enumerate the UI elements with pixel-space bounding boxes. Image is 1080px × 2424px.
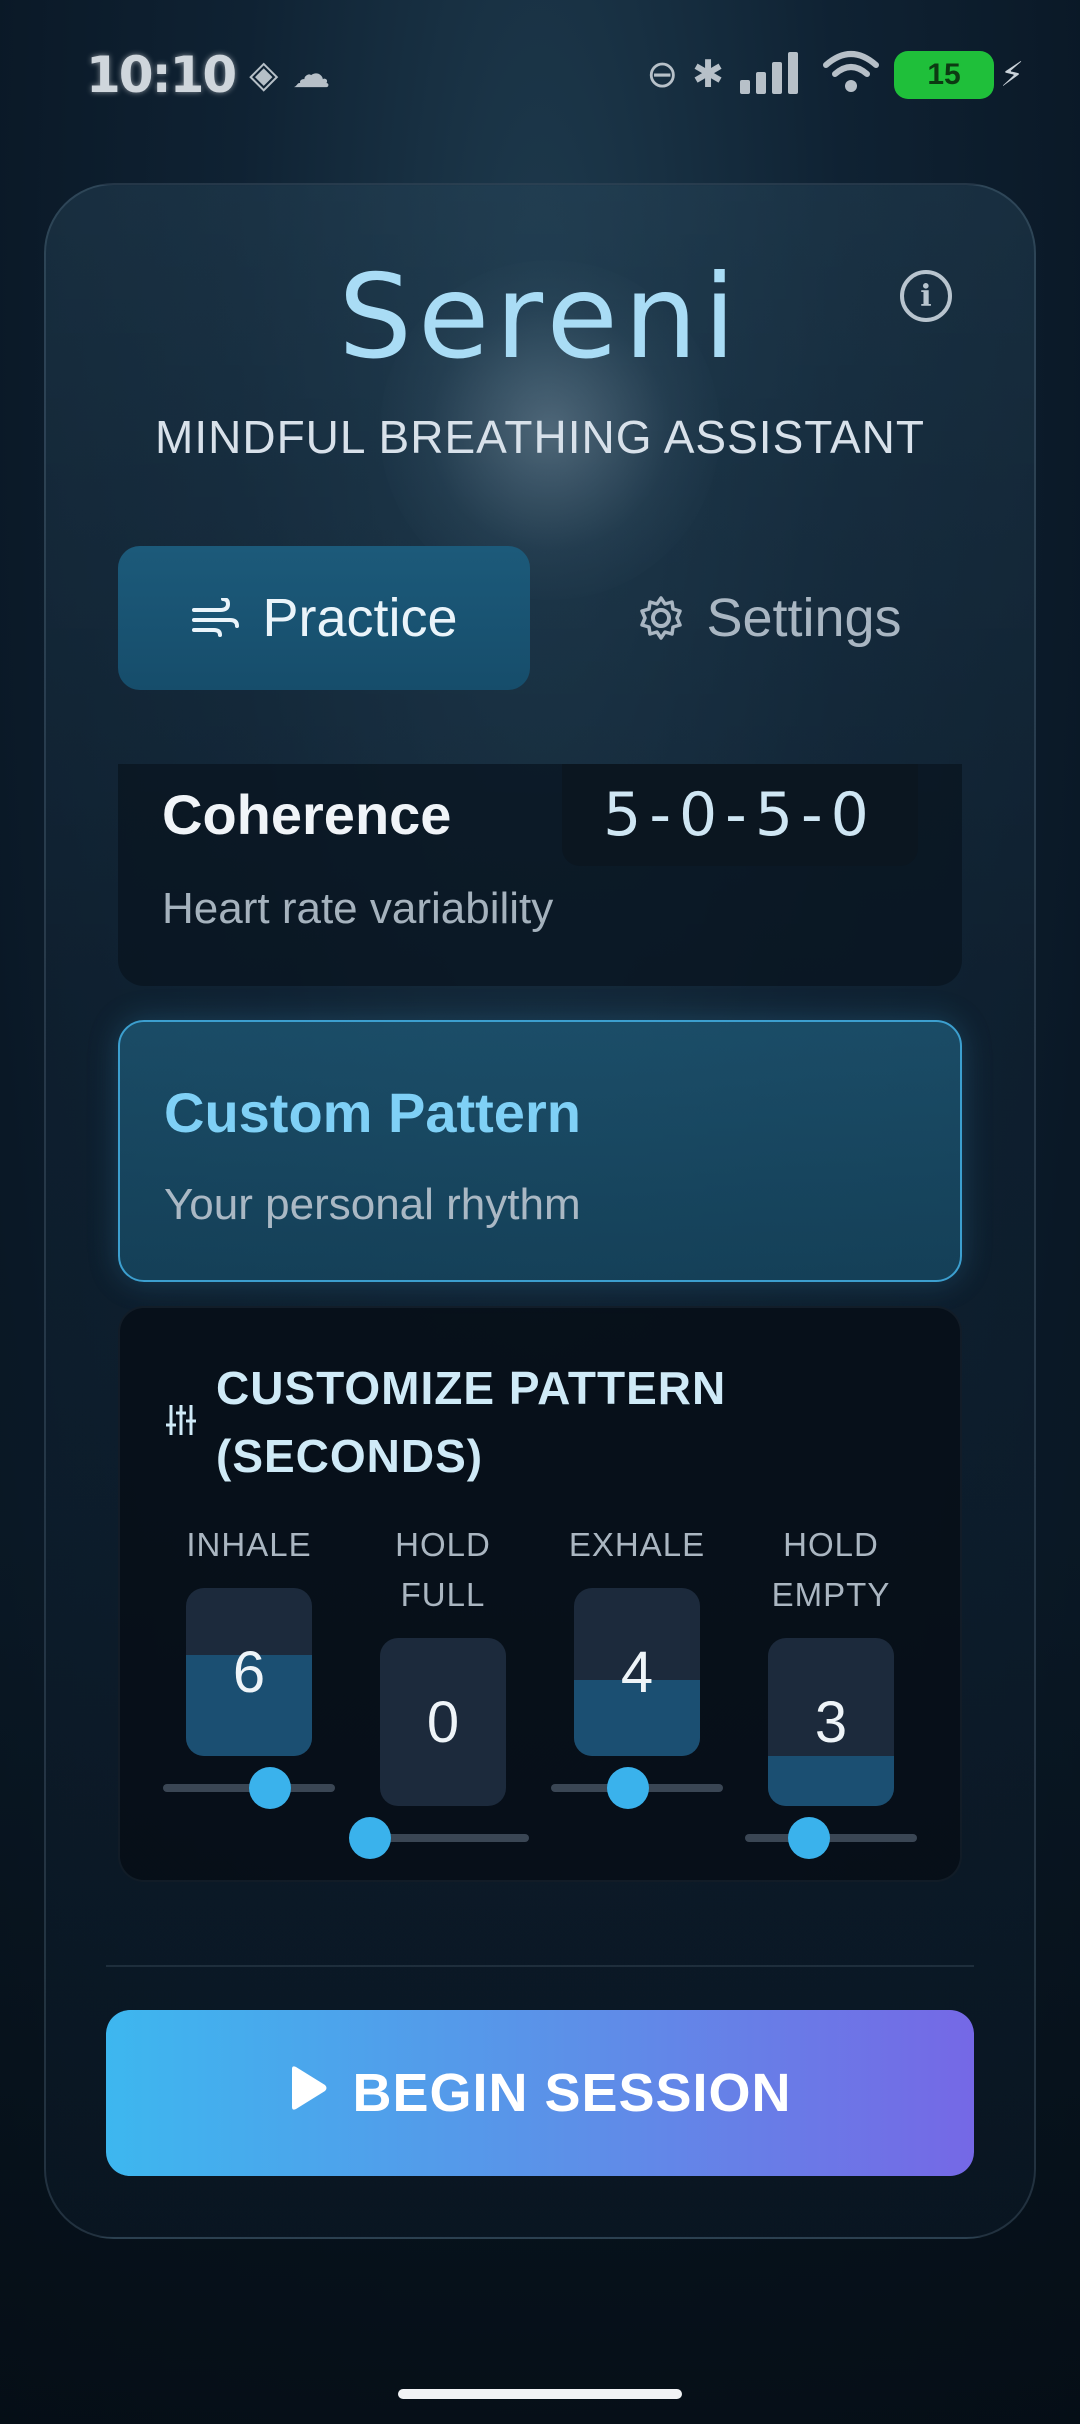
hold-empty-label-text2: EMPTY — [771, 1576, 891, 1613]
play-icon — [288, 2062, 328, 2124]
exhale-value: 4 — [620, 1639, 654, 1705]
hold-full-slider-thumb[interactable] — [349, 1817, 391, 1859]
pattern-card-custom[interactable]: Custom Pattern Your personal rhythm — [118, 1020, 962, 1282]
bluetooth-icon: ✱ — [692, 54, 724, 96]
charging-icon: ⚡ — [1000, 56, 1024, 94]
signal-icon — [738, 50, 808, 101]
inhale-slider-thumb[interactable] — [249, 1767, 291, 1809]
exhale-label-text: EXHALE — [568, 1526, 706, 1563]
inhale-label: INHALE — [149, 1520, 349, 1570]
inhale-value: 6 — [232, 1639, 266, 1705]
customize-title: CUSTOMIZE PATTERN (SECONDS) — [216, 1354, 816, 1490]
pattern-name: Coherence — [162, 783, 452, 846]
exhale-label: EXHALE — [537, 1520, 737, 1570]
cloud-icon: ☁ — [292, 54, 331, 96]
pattern-description: Your personal rhythm — [164, 1180, 581, 1229]
status-right: ⊖ ✱ 15 ⚡ — [646, 49, 1024, 102]
hold-empty-slider[interactable] — [745, 1817, 917, 1859]
sliders-icon — [166, 1403, 196, 1442]
link-icon: ⊖ — [646, 54, 679, 96]
hold-empty-value-box: 3 — [768, 1638, 894, 1806]
battery-indicator: 15 ⚡ — [894, 51, 1024, 99]
exhale-slider[interactable] — [551, 1767, 723, 1809]
info-icon[interactable]: i — [900, 270, 952, 322]
hold-empty-label: HOLD EMPTY — [731, 1520, 931, 1620]
customize-title-line2: (SECONDS) — [216, 1430, 484, 1482]
app-notification-icon: ◈ — [249, 54, 279, 96]
wifi-icon — [822, 49, 880, 102]
begin-session-button[interactable]: BEGIN SESSION — [106, 2010, 974, 2176]
exhale-value-box: 4 — [574, 1588, 700, 1756]
pattern-name: Custom Pattern — [164, 1081, 581, 1144]
pattern-description: Heart rate variability — [162, 884, 554, 933]
inhale-label-text: INHALE — [186, 1526, 312, 1563]
hold-full-label-text: HOLD — [395, 1526, 491, 1563]
tab-practice[interactable]: Practice — [118, 546, 530, 690]
status-left: 10:10 ◈ ☁ — [86, 46, 330, 104]
hold-full-label: HOLD FULL — [343, 1520, 543, 1620]
pattern-card-coherence[interactable]: Coherence 5-0-5-0 Heart rate variability — [118, 764, 962, 986]
customize-title-line1: CUSTOMIZE PATTERN — [216, 1362, 727, 1414]
status-bar: 10:10 ◈ ☁ ⊖ ✱ 15 ⚡ — [0, 0, 1080, 150]
divider — [106, 1965, 974, 1967]
battery-level: 15 — [927, 58, 961, 91]
status-time: 10:10 — [86, 46, 237, 104]
begin-session-label: BEGIN SESSION — [352, 2063, 792, 2123]
app-subtitle: MINDFUL BREATHING ASSISTANT — [155, 411, 925, 463]
tab-settings[interactable]: Settings — [580, 546, 960, 690]
hold-full-value: 0 — [426, 1689, 460, 1755]
hold-empty-label-text: HOLD — [783, 1526, 879, 1563]
wind-icon — [190, 598, 240, 638]
exhale-slider-thumb[interactable] — [607, 1767, 649, 1809]
tab-practice-label: Practice — [262, 588, 458, 648]
inhale-value-box: 6 — [186, 1588, 312, 1756]
hold-full-value-box: 0 — [380, 1638, 506, 1806]
inhale-slider[interactable] — [163, 1767, 335, 1809]
home-indicator[interactable] — [398, 2389, 682, 2399]
hold-full-slider[interactable] — [349, 1817, 529, 1859]
hold-empty-value: 3 — [814, 1689, 848, 1755]
hold-full-label-text2: FULL — [400, 1576, 486, 1613]
tab-settings-label: Settings — [706, 588, 902, 648]
gear-icon — [638, 595, 684, 641]
hold-empty-slider-thumb[interactable] — [788, 1817, 830, 1859]
pattern-code-badge: 5-0-5-0 — [562, 764, 918, 866]
customize-panel: CUSTOMIZE PATTERN (SECONDS) INHALE 6 HOL… — [118, 1306, 962, 1882]
